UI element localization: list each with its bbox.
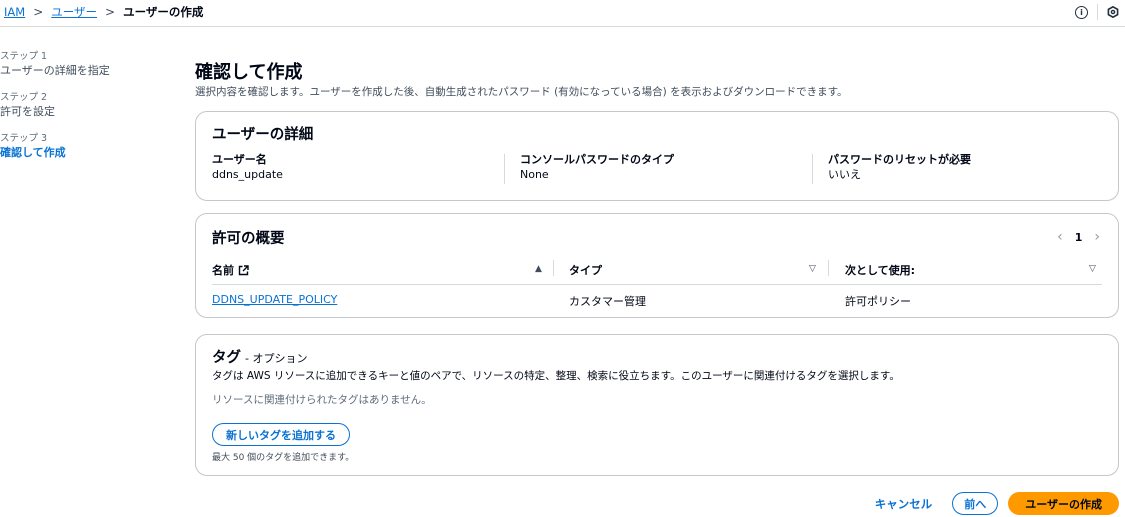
breadcrumb: IAM > ユーザー > ユーザーの作成 — [4, 4, 203, 20]
field-key: パスワードのリセットが必要 — [828, 153, 971, 166]
user-details-card: ユーザーの詳細 ユーザー名 ddns_update コンソールパスワードのタイプ… — [195, 111, 1119, 201]
create-user-button[interactable]: ユーザーの作成 — [1008, 492, 1119, 515]
page-number[interactable]: 1 — [1075, 231, 1083, 244]
previous-button[interactable]: 前へ — [952, 492, 999, 515]
step-number: ステップ 3 — [0, 133, 48, 144]
console-password-type-field: コンソールパスワードのタイプ None — [520, 152, 674, 183]
field-key: コンソールパスワードのタイプ — [520, 153, 674, 166]
breadcrumb-users[interactable]: ユーザー — [51, 4, 97, 20]
table-cell-used-as: 許可ポリシー — [845, 295, 911, 308]
column-header-type[interactable]: タイプ — [569, 262, 602, 278]
next-page-icon[interactable]: › — [1094, 229, 1100, 245]
step-label: ユーザーの詳細を指定 — [0, 64, 110, 77]
password-reset-field: パスワードのリセットが必要 いいえ — [828, 152, 971, 183]
sort-descending-icon[interactable]: ▽ — [1089, 264, 1096, 274]
page-title: 確認して作成 — [195, 62, 303, 83]
field-value: ddns_update — [212, 168, 283, 181]
breadcrumb-separator: > — [105, 5, 116, 19]
column-separator — [828, 260, 829, 276]
field-value: None — [520, 168, 549, 181]
external-link-icon — [238, 264, 249, 275]
column-header-label: タイプ — [569, 264, 602, 277]
icon-divider — [1097, 4, 1098, 20]
step-3: ステップ 3 確認して作成 — [0, 132, 180, 160]
column-divider — [504, 154, 505, 184]
policy-link[interactable]: DDNS_UPDATE_POLICY — [212, 293, 337, 306]
info-icon[interactable]: i — [1075, 5, 1088, 19]
column-header-used-as[interactable]: 次として使用: — [845, 262, 915, 278]
settings-hex-icon[interactable] — [1107, 6, 1119, 18]
breadcrumb-current: ユーザーの作成 — [123, 5, 204, 19]
table-cell-type: カスタマー管理 — [569, 295, 646, 308]
header-icons: i — [1075, 4, 1119, 20]
table-cell-name: DDNS_UPDATE_POLICY — [212, 293, 337, 306]
pagination: ‹ 1 › — [1057, 229, 1100, 245]
step-2[interactable]: ステップ 2 許可を設定 — [0, 91, 180, 119]
column-header-label: 名前 — [212, 264, 234, 277]
column-divider — [812, 154, 813, 184]
page-description: 選択内容を確認します。ユーザーを作成した後、自動生成されたパスワード (有効にな… — [195, 86, 848, 98]
field-value: いいえ — [828, 168, 861, 181]
step-label: 確認して作成 — [0, 146, 66, 159]
cancel-button[interactable]: キャンセル — [875, 496, 933, 512]
tags-empty-message: リソースに関連付けられたタグはありません。 — [212, 394, 432, 406]
table-header-divider — [212, 284, 1102, 285]
field-key: ユーザー名 — [212, 153, 267, 166]
step-label: 許可を設定 — [0, 105, 55, 118]
breadcrumb-separator: > — [33, 5, 44, 19]
user-details-title: ユーザーの詳細 — [212, 127, 314, 143]
column-separator — [553, 260, 554, 276]
username-field: ユーザー名 ddns_update — [212, 152, 283, 183]
tags-card: タグ - オプション タグは AWS リソースに追加できるキーと値のペアで、リソ… — [195, 334, 1119, 476]
step-number: ステップ 2 — [0, 92, 48, 103]
wizard-steps: ステップ 1 ユーザーの詳細を指定 ステップ 2 許可を設定 ステップ 3 確認… — [0, 50, 180, 173]
permissions-summary-card: 許可の概要 ‹ 1 › 名前 ▲ タイプ ▽ 次として使用: ▽ DDNS_UP… — [195, 213, 1119, 318]
sort-ascending-icon[interactable]: ▲ — [535, 264, 542, 274]
tags-title: タグ - オプション — [212, 346, 307, 367]
tags-limit-hint: 最大 50 個のタグを追加できます。 — [212, 453, 355, 463]
tags-description: タグは AWS リソースに追加できるキーと値のペアで、リソースの特定、整理、検索… — [212, 370, 900, 382]
step-number: ステップ 1 — [0, 51, 48, 62]
column-header-name[interactable]: 名前 — [212, 262, 249, 278]
step-1[interactable]: ステップ 1 ユーザーの詳細を指定 — [0, 50, 180, 78]
tags-heading: タグ — [212, 350, 241, 366]
permissions-title: 許可の概要 — [212, 231, 285, 247]
breadcrumb-iam[interactable]: IAM — [4, 5, 25, 19]
column-header-label: 次として使用: — [845, 264, 916, 277]
prev-page-icon[interactable]: ‹ — [1057, 229, 1063, 245]
wizard-footer: キャンセル 前へ ユーザーの作成 — [875, 492, 1119, 515]
top-bar: IAM > ユーザー > ユーザーの作成 i — [0, 0, 1125, 27]
add-tag-button[interactable]: 新しいタグを追加する — [212, 423, 350, 446]
sort-descending-icon[interactable]: ▽ — [809, 264, 816, 274]
tags-optional-label: - オプション — [245, 352, 308, 365]
